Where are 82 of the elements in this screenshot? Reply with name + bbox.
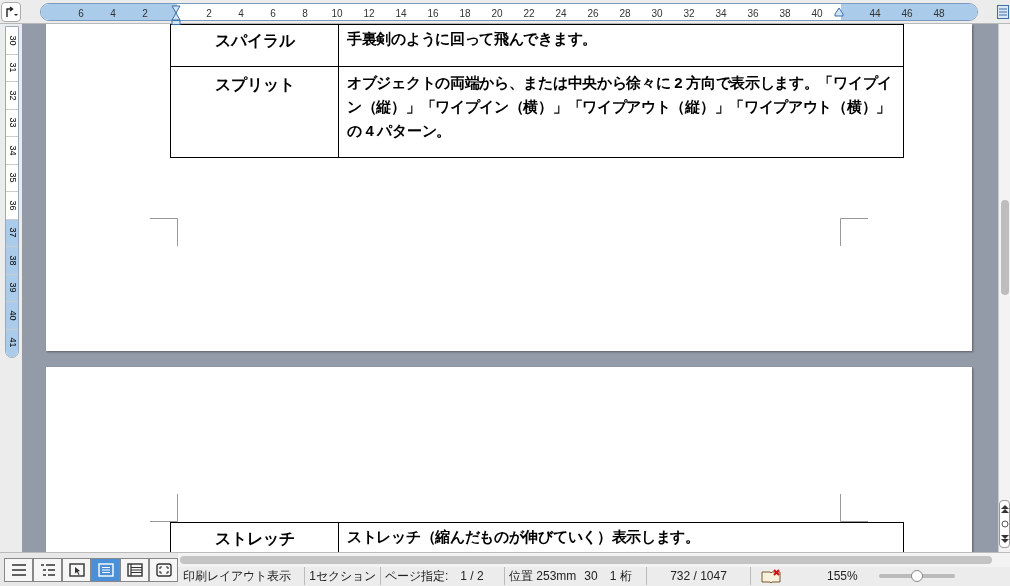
ruler-number: 32: [682, 6, 696, 20]
notebook-icon: [126, 562, 143, 577]
tab-stop-selector[interactable]: [1, 1, 21, 22]
next-page-icon[interactable]: [1000, 535, 1009, 544]
ruler-number: 44: [868, 6, 882, 20]
tab-stop-icon: [4, 4, 18, 19]
table-cell: スプリット: [171, 67, 339, 157]
ruler-number: 2: [141, 6, 149, 20]
view-button[interactable]: [149, 557, 178, 582]
horizontal-scrollbar[interactable]: [178, 553, 1010, 567]
spelling-book-icon[interactable]: [761, 569, 781, 584]
crop-mark: [150, 218, 178, 246]
table-cell-text: ストレッチ（縮んだものが伸びていく）表示します。: [346, 527, 701, 547]
crop-mark: [150, 494, 178, 522]
ruler-number: 40: [7, 310, 17, 321]
vertical-ruler[interactable]: 30 31 32 33 34 35 36 37 38 39 40 41: [5, 26, 19, 358]
ruler-number: 30: [650, 6, 664, 20]
browse-object-icon[interactable]: [1000, 520, 1009, 528]
previous-page-icon[interactable]: [1000, 504, 1009, 513]
view-button[interactable]: [120, 557, 149, 582]
ruler-number: 38: [7, 255, 17, 266]
ruler-number: 4: [109, 6, 117, 20]
vertical-scrollbar[interactable]: [998, 24, 1010, 552]
indent-marker[interactable]: [171, 5, 181, 25]
ruler-toggle-icon[interactable]: [997, 4, 1009, 19]
ruler-number: 14: [394, 6, 408, 20]
right-indent-marker[interactable]: [834, 7, 844, 17]
ruler-number: 2: [205, 6, 213, 20]
view-mode-label: 印刷レイアウト表示: [178, 567, 305, 586]
ruler-number: 26: [586, 6, 600, 20]
ruler-number: 10: [330, 6, 344, 20]
ruler-number: 34: [7, 145, 17, 156]
ruler-number: 35: [7, 172, 17, 183]
page-number: 1 / 2: [460, 568, 484, 586]
ruler-number: 40: [810, 6, 824, 20]
section-label: 1セクション: [305, 567, 381, 586]
ruler-number: 36: [746, 6, 760, 20]
ruler-number: 39: [7, 282, 17, 293]
ruler-number: 31: [7, 62, 17, 73]
table-cell-text: 手裏剣のように回って飛んできます。: [346, 29, 598, 49]
line-number: 30: [584, 568, 598, 586]
ruler-number: 30: [7, 35, 17, 46]
crop-mark: [840, 494, 868, 522]
page-label: ページ指定:: [385, 568, 449, 586]
word-count: 732 / 1047: [647, 567, 751, 586]
ruler-number: 34: [714, 6, 728, 20]
page-icon: [97, 562, 114, 577]
ruler-number: 36: [7, 200, 17, 211]
crop-mark: [840, 218, 868, 246]
ruler-number: 38: [778, 6, 792, 20]
ruler-number: 18: [458, 6, 472, 20]
ruler-number: 4: [237, 6, 245, 20]
column-number: 1 桁: [609, 568, 632, 586]
table-cell: スパイラル: [171, 25, 339, 66]
table-cell-text: オブジェクトの両端から、または中央から徐々に 2 方向で表示します。「ワイプイン（縦）」「ワイプイン（横）」「ワイプアウト（縦）」「ワイプアウト（横）」の 4 パターン。: [346, 73, 893, 141]
ruler-number: 33: [7, 117, 17, 128]
fullscreen-icon: [155, 562, 172, 577]
ruler-number: 28: [618, 6, 632, 20]
ruler-number: 46: [900, 6, 914, 20]
ruler-number: 20: [490, 6, 504, 20]
ruler-number: 37: [7, 227, 17, 238]
position-value: 位置 253mm: [509, 568, 577, 586]
layout-icon: [68, 562, 85, 577]
ruler-number: 48: [932, 6, 946, 20]
ruler-number: 41: [7, 337, 17, 348]
ruler-number: 22: [522, 6, 536, 20]
view-button[interactable]: [62, 557, 91, 582]
ruler-number: 16: [426, 6, 440, 20]
ruler-number: 6: [77, 6, 85, 20]
zoom-percent: 155%: [827, 568, 859, 586]
ruler-number: 32: [7, 90, 17, 101]
horizontal-ruler[interactable]: 6 4 2 2 4 6 8 10 12 14 16 18 20 22 24 26 28 30 32 34 36 38 40 44 46 48: [40, 2, 978, 21]
view-button[interactable]: [4, 557, 33, 582]
zoom-slider-thumb[interactable]: [911, 570, 923, 583]
ruler-number: 12: [362, 6, 376, 20]
ruler-number: 8: [301, 6, 309, 20]
ruler-number: 24: [554, 6, 568, 20]
view-button[interactable]: [33, 557, 62, 582]
outline-icon: [39, 562, 56, 577]
lines-icon: [10, 562, 27, 577]
scroll-thumb[interactable]: [1000, 200, 1009, 295]
ruler-number: 6: [269, 6, 277, 20]
